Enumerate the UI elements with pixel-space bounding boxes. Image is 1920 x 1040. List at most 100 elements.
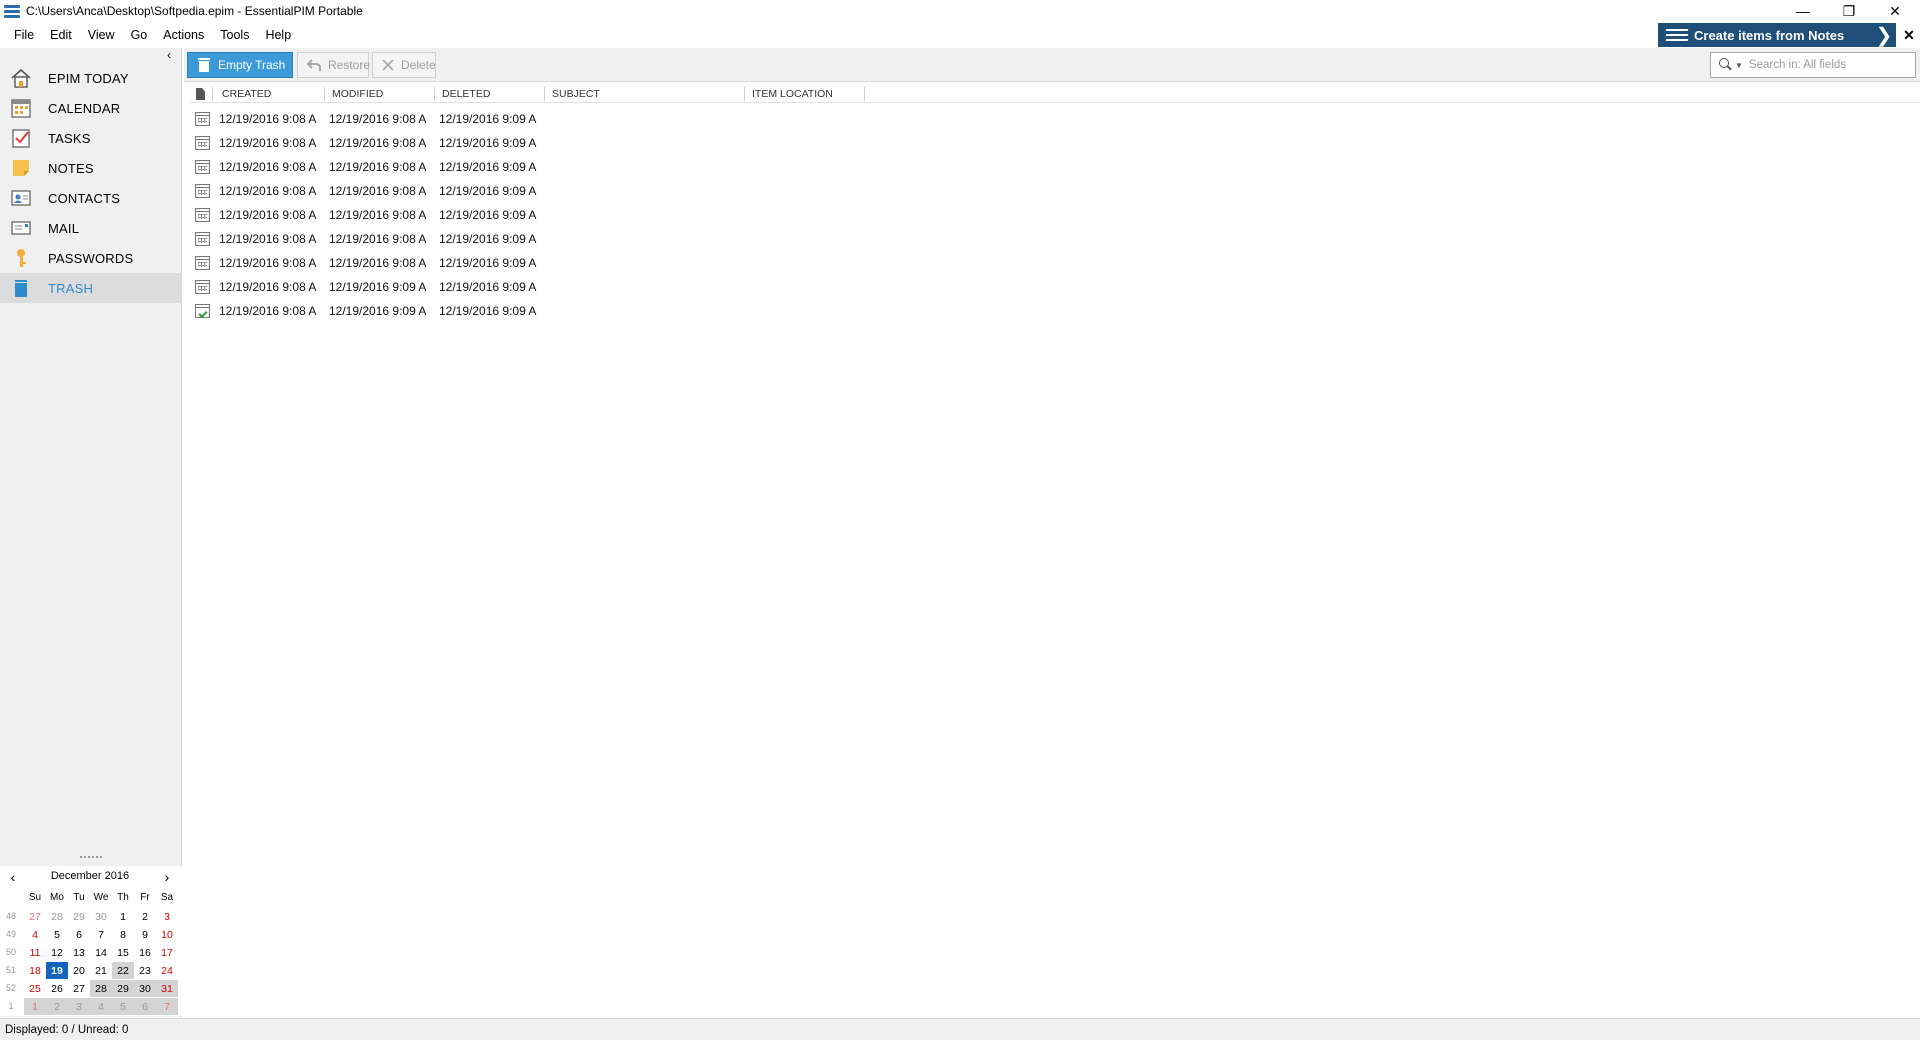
calendar-day[interactable]: 18	[24, 962, 46, 979]
cell-created: 12/19/2016 9:08 A	[219, 232, 317, 246]
calendar-day[interactable]: 30	[90, 908, 112, 925]
sidebar-item-notes[interactable]: NOTES	[0, 153, 182, 183]
create-from-notes-banner[interactable]: Create items from Notes ❯	[1658, 23, 1896, 47]
sidebar-item-passwords[interactable]: PASSWORDS	[0, 243, 182, 273]
calendar-day[interactable]: 12	[46, 944, 68, 961]
calendar-day[interactable]: 1	[24, 998, 46, 1015]
trash-icon	[196, 57, 212, 73]
menu-edit[interactable]: Edit	[42, 24, 80, 46]
calendar-item-icon	[195, 112, 210, 126]
column-created[interactable]: CREATED	[220, 85, 271, 103]
calendar-day[interactable]: 28	[46, 908, 68, 925]
mail-icon	[10, 217, 32, 239]
column-deleted[interactable]: DELETED	[440, 85, 490, 103]
cell-created: 12/19/2016 9:08 A	[219, 280, 317, 294]
calendar-day[interactable]: 15	[112, 944, 134, 961]
column-subject[interactable]: SUBJECT	[550, 85, 600, 103]
calendar-day[interactable]: 7	[90, 926, 112, 943]
sidebar-item-tasks[interactable]: TASKS	[0, 123, 182, 153]
calendar-day[interactable]: 5	[112, 998, 134, 1015]
calendar-day[interactable]: 16	[134, 944, 156, 961]
calendar-day[interactable]: 14	[90, 944, 112, 961]
calendar-day[interactable]: 20	[68, 962, 90, 979]
sidebar-item-epim-today[interactable]: EPIM TODAY	[0, 63, 182, 93]
sidebar-item-mail[interactable]: MAIL	[0, 213, 182, 243]
title-bar: C:\Users\Anca\Desktop\Softpedia.epim - E…	[0, 0, 1920, 22]
calendar-day[interactable]: 31	[156, 980, 178, 997]
chevron-down-icon[interactable]: ▼	[1735, 61, 1743, 70]
menu-tools[interactable]: Tools	[212, 24, 257, 46]
calendar-day[interactable]: 25	[24, 980, 46, 997]
sidebar-item-calendar[interactable]: CALENDAR	[0, 93, 182, 123]
calendar-day[interactable]: 2	[134, 908, 156, 925]
prev-month-icon[interactable]: ‹	[5, 869, 21, 885]
column-modified[interactable]: MODIFIED	[330, 85, 383, 103]
calendar-day[interactable]: 29	[68, 908, 90, 925]
table-row[interactable]: 12/19/2016 9:08 A 12/19/2016 9:08 A 12/19/…	[190, 227, 1920, 251]
table-row[interactable]: 12/19/2016 9:08 A 12/19/2016 9:08 A 12/19/…	[190, 107, 1920, 131]
calendar-day[interactable]: 22	[112, 962, 134, 979]
calendar-day[interactable]: 6	[134, 998, 156, 1015]
calendar-day[interactable]: 26	[46, 980, 68, 997]
cell-deleted: 12/19/2016 9:09 A	[439, 256, 537, 270]
sidebar-splitter[interactable]	[0, 854, 182, 860]
calendar-day[interactable]: 5	[46, 926, 68, 943]
table-row[interactable]: 12/19/2016 9:08 A 12/19/2016 9:08 A 12/19/…	[190, 155, 1920, 179]
table-row[interactable]: 12/19/2016 9:08 A 12/19/2016 9:08 A 12/19/…	[190, 251, 1920, 275]
calendar-day[interactable]: 6	[68, 926, 90, 943]
calendar-day[interactable]: 29	[112, 980, 134, 997]
sidebar-item-label: CALENDAR	[48, 100, 121, 116]
table-row[interactable]: 12/19/2016 9:08 A 12/19/2016 9:08 A 12/19/…	[190, 203, 1920, 227]
collapse-sidebar-icon[interactable]: ‹	[162, 48, 176, 62]
calendar-day[interactable]: 27	[68, 980, 90, 997]
calendar-day[interactable]: 3	[68, 998, 90, 1015]
calendar-day[interactable]: 2	[46, 998, 68, 1015]
menu-actions[interactable]: Actions	[155, 24, 212, 46]
delete-button[interactable]: Delete	[372, 52, 436, 78]
cell-deleted: 12/19/2016 9:09 A	[439, 304, 537, 318]
empty-trash-button[interactable]: Empty Trash	[187, 52, 293, 78]
calendar-day[interactable]: 11	[24, 944, 46, 961]
table-row[interactable]: 12/19/2016 9:08 A 12/19/2016 9:08 A 12/19/…	[190, 131, 1920, 155]
menu-help[interactable]: Help	[257, 24, 299, 46]
calendar-day[interactable]: 27	[24, 908, 46, 925]
calendar-day[interactable]: 23	[134, 962, 156, 979]
weekday-header: Fr	[140, 892, 150, 903]
cell-deleted: 12/19/2016 9:09 A	[439, 280, 537, 294]
calendar-day[interactable]: 21	[90, 962, 112, 979]
calendar-day[interactable]: 30	[134, 980, 156, 997]
calendar-day[interactable]: 8	[112, 926, 134, 943]
calendar-day[interactable]: 17	[156, 944, 178, 961]
search-icon[interactable]	[1719, 58, 1733, 72]
calendar-day[interactable]: 9	[134, 926, 156, 943]
calendar-day[interactable]: 19	[46, 962, 68, 979]
calendar-day[interactable]: 3	[156, 908, 178, 925]
column-item-location[interactable]: ITEM LOCATION	[750, 85, 833, 103]
restore-button[interactable]: Restore	[297, 52, 370, 78]
calendar-day[interactable]: 28	[90, 980, 112, 997]
table-row[interactable]: 12/19/2016 9:08 A 12/19/2016 9:09 A 12/19/…	[190, 299, 1920, 323]
restore-button[interactable]: ❐	[1826, 0, 1872, 22]
calendar-day[interactable]: 7	[156, 998, 178, 1015]
table-row[interactable]: 12/19/2016 9:08 A 12/19/2016 9:08 A 12/19/…	[190, 179, 1920, 203]
menu-view[interactable]: View	[80, 24, 123, 46]
search-input[interactable]: ▼ Search in: All fields	[1710, 52, 1916, 78]
sidebar-item-contacts[interactable]: CONTACTS	[0, 183, 182, 213]
calendar-day[interactable]: 10	[156, 926, 178, 943]
table-row[interactable]: 12/19/2016 9:08 A 12/19/2016 9:09 A 12/19/…	[190, 275, 1920, 299]
cell-modified: 12/19/2016 9:08 A	[329, 256, 427, 270]
chevron-right-icon[interactable]: ❯	[1874, 23, 1894, 47]
close-button[interactable]: ✕	[1872, 0, 1918, 22]
calendar-day[interactable]: 4	[90, 998, 112, 1015]
menu-go[interactable]: Go	[123, 24, 156, 46]
minimize-button[interactable]: —	[1780, 0, 1826, 22]
calendar-day[interactable]: 24	[156, 962, 178, 979]
menu-file[interactable]: File	[6, 24, 42, 46]
calendar-day[interactable]: 1	[112, 908, 134, 925]
calendar-day[interactable]: 13	[68, 944, 90, 961]
next-month-icon[interactable]: ›	[159, 869, 175, 885]
sidebar-item-trash[interactable]: TRASH	[0, 273, 182, 303]
calendar-day[interactable]: 4	[24, 926, 46, 943]
cell-deleted: 12/19/2016 9:09 A	[439, 160, 537, 174]
banner-close-button[interactable]: ✕	[1898, 23, 1920, 47]
